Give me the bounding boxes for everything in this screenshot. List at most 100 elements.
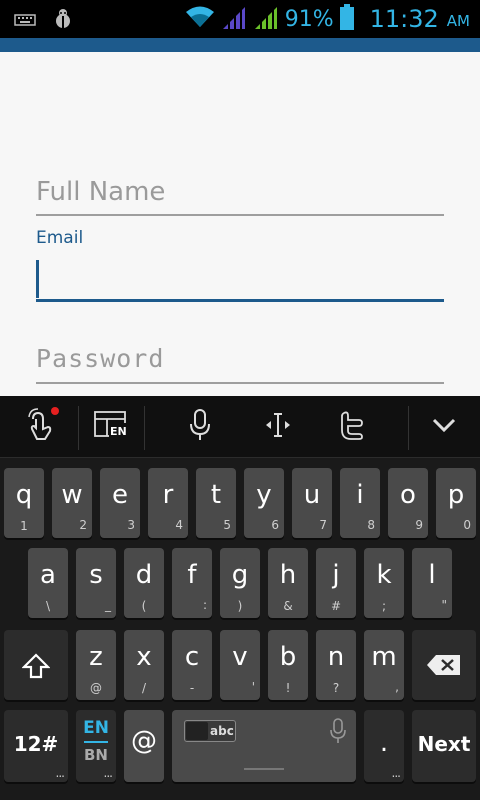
key-z[interactable]: z @	[76, 630, 116, 700]
language-alternate: BN	[84, 746, 108, 764]
key-x[interactable]: x /	[124, 630, 164, 700]
toolbar-separator	[144, 406, 145, 450]
keyboard-toolbar: EN	[0, 396, 480, 458]
key-k[interactable]: k;	[364, 548, 404, 618]
key-hint: #	[330, 599, 342, 613]
key-hint: /	[141, 681, 147, 695]
key-hint: '	[251, 680, 255, 694]
password-field[interactable]: Password	[36, 342, 444, 386]
space-key[interactable]: abc	[172, 710, 356, 782]
email-underline	[36, 299, 444, 302]
microphone-icon	[330, 718, 346, 748]
key-b[interactable]: b!	[268, 630, 308, 700]
next-key[interactable]: Next	[412, 710, 476, 782]
symbols-key[interactable]: 12# ...	[4, 710, 68, 782]
signal-icon	[221, 5, 247, 33]
key-p[interactable]: p0	[436, 468, 476, 538]
space-bar-indicator	[244, 768, 284, 770]
clock-ampm: AM	[446, 12, 470, 30]
key-label: y	[256, 480, 272, 510]
key-label: t	[210, 480, 222, 510]
gesture-icon	[21, 405, 61, 449]
twitter-icon	[339, 410, 365, 444]
key-h[interactable]: h &	[268, 548, 308, 618]
key-s[interactable]: s _	[76, 548, 116, 618]
key-label: o	[400, 480, 416, 510]
key-label: w	[61, 480, 83, 510]
period-key[interactable]: . ...	[364, 710, 404, 782]
key-hint: 7	[319, 518, 327, 532]
key-u[interactable]: u7	[292, 468, 332, 538]
email-field[interactable]: Email	[36, 228, 444, 302]
svg-text:EN: EN	[110, 425, 127, 438]
text-cursor	[36, 260, 39, 298]
at-key[interactable]: @	[124, 710, 164, 782]
language-layout-icon: EN	[93, 410, 129, 444]
key-q[interactable]: q1	[4, 468, 44, 538]
collapse-keyboard-button[interactable]	[416, 402, 472, 452]
key-label: a	[40, 560, 56, 590]
toolbar-separator	[78, 406, 79, 450]
key-c[interactable]: c-	[172, 630, 212, 700]
more-dots: ...	[103, 766, 114, 780]
key-w[interactable]: w2	[52, 468, 92, 538]
toolbar-separator	[408, 406, 409, 450]
cursor-move-button[interactable]	[250, 402, 306, 452]
key-y[interactable]: y6	[244, 468, 284, 538]
key-label: k	[376, 560, 392, 590]
language-switch-key[interactable]: EN BN ...	[76, 710, 116, 782]
key-e[interactable]: e3	[100, 468, 140, 538]
status-bar: 91% 11:32 AM	[0, 0, 480, 38]
microphone-icon	[188, 408, 212, 446]
key-hint: )	[237, 599, 243, 613]
more-dots: ...	[391, 766, 402, 780]
language-divider	[84, 741, 108, 743]
key-hint: &	[283, 599, 293, 613]
key-hint: :	[202, 598, 207, 612]
shift-icon	[21, 652, 51, 684]
language-layout-button[interactable]: EN	[82, 402, 140, 452]
backspace-key[interactable]	[412, 630, 476, 700]
key-label: .	[379, 728, 389, 758]
key-t[interactable]: t5	[196, 468, 236, 538]
full-name-field[interactable]: Full Name	[36, 172, 444, 218]
key-l[interactable]: l "	[412, 548, 452, 618]
language-current: EN	[83, 718, 109, 738]
key-hint: 0	[463, 518, 471, 532]
key-v[interactable]: v '	[220, 630, 260, 700]
key-o[interactable]: o9	[388, 468, 428, 538]
key-label: l	[428, 560, 436, 590]
key-label: u	[303, 480, 321, 510]
key-hint: ;	[381, 599, 387, 613]
key-hint: (	[141, 599, 147, 613]
key-m[interactable]: m,	[364, 630, 404, 700]
shift-key[interactable]	[4, 630, 68, 700]
key-hint: \	[45, 599, 51, 613]
key-n[interactable]: n?	[316, 630, 356, 700]
key-i[interactable]: i8	[340, 468, 380, 538]
full-name-underline	[36, 214, 444, 216]
wifi-icon	[185, 5, 215, 33]
key-label: c	[184, 642, 200, 672]
key-hint: 2	[79, 518, 87, 532]
key-hint: 3	[127, 518, 135, 532]
gesture-button[interactable]	[14, 402, 68, 452]
key-label: r	[162, 480, 174, 510]
debug-icon	[52, 8, 74, 34]
twitter-button[interactable]	[324, 402, 380, 452]
email-label: Email	[36, 228, 84, 248]
key-d[interactable]: d(	[124, 548, 164, 618]
key-label: @	[131, 726, 157, 756]
key-j[interactable]: j #	[316, 548, 356, 618]
signup-form: Full Name Email Password	[0, 52, 480, 396]
voice-input-button[interactable]	[172, 402, 228, 452]
key-f[interactable]: f:	[172, 548, 212, 618]
key-r[interactable]: r4	[148, 468, 188, 538]
key-a[interactable]: a \	[28, 548, 68, 618]
toggle-knob	[186, 722, 208, 740]
full-name-placeholder: Full Name	[36, 177, 166, 207]
backspace-icon	[426, 654, 462, 680]
key-hint: 4	[175, 518, 183, 532]
key-hint: -	[189, 681, 195, 695]
key-g[interactable]: g)	[220, 548, 260, 618]
